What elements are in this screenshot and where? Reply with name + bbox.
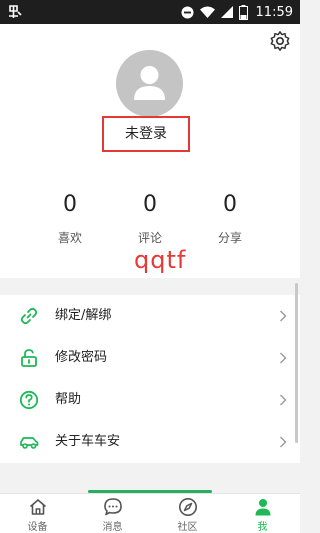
battery-icon xyxy=(238,4,248,20)
app-notification-icon xyxy=(9,5,22,18)
settings-menu: 绑定/解绑 修改密码 帮助 关于车车安 xyxy=(0,295,300,463)
chevron-right-icon xyxy=(280,394,287,406)
unlock-icon xyxy=(21,349,37,367)
login-status-text[interactable]: 未登录 xyxy=(104,118,188,150)
watermark-text: qqtf xyxy=(134,246,187,274)
stat-likes-label: 喜欢 xyxy=(57,231,82,245)
compass-icon xyxy=(179,498,197,516)
menu-item-change-password-label: 修改密码 xyxy=(55,350,108,365)
chevron-right-icon xyxy=(280,310,287,322)
menu-item-change-password[interactable]: 修改密码 xyxy=(0,337,300,379)
tab-me[interactable]: 我 xyxy=(225,494,300,533)
menu-item-help-label: 帮助 xyxy=(55,392,82,407)
car-icon xyxy=(20,437,39,449)
gear-icon[interactable] xyxy=(269,30,291,52)
menu-item-about[interactable]: 关于车车安 xyxy=(0,421,300,463)
person-icon xyxy=(255,499,271,516)
menu-item-help[interactable]: 帮助 xyxy=(0,379,300,421)
stat-likes-value: 0 xyxy=(63,192,77,217)
menu-item-bind-label: 绑定/解绑 xyxy=(55,308,112,323)
login-highlight-box[interactable]: 未登录 xyxy=(102,116,190,152)
help-icon xyxy=(19,390,39,410)
menu-item-bind[interactable]: 绑定/解绑 xyxy=(0,295,300,337)
tab-community[interactable]: 社区 xyxy=(150,494,225,533)
message-icon xyxy=(104,498,122,516)
stat-shares-value: 0 xyxy=(223,192,237,217)
person-placeholder-icon xyxy=(134,66,165,100)
tab-me-label: 我 xyxy=(257,522,268,533)
link-icon xyxy=(20,307,38,325)
tab-device[interactable]: 设备 xyxy=(0,494,75,533)
do-not-disturb-icon xyxy=(181,6,194,18)
menu-item-about-label: 关于车车安 xyxy=(55,434,121,449)
stat-comments-label: 评论 xyxy=(137,231,162,245)
avatar[interactable] xyxy=(116,50,183,117)
profile-header: 未登录 0 喜欢 0 评论 0 分享 qqtf xyxy=(0,24,300,278)
stat-shares[interactable]: 0 分享 xyxy=(200,192,260,246)
bottom-tab-bar: 设备 消息 社区 我 xyxy=(0,493,300,533)
scrollbar[interactable] xyxy=(295,283,298,443)
tab-messages-label: 消息 xyxy=(102,522,123,533)
chevron-right-icon xyxy=(280,436,287,448)
stat-shares-label: 分享 xyxy=(217,231,242,245)
signal-icon xyxy=(220,6,233,18)
stat-comments-value: 0 xyxy=(143,192,157,217)
status-bar: 11:59 xyxy=(0,0,300,24)
tab-messages[interactable]: 消息 xyxy=(75,494,150,533)
stat-likes[interactable]: 0 喜欢 xyxy=(40,192,100,246)
tab-device-label: 设备 xyxy=(27,522,48,533)
tab-community-label: 社区 xyxy=(177,522,198,533)
stat-comments[interactable]: 0 评论 xyxy=(120,192,180,246)
wifi-icon xyxy=(199,6,215,18)
chevron-right-icon xyxy=(280,352,287,364)
clock: 11:59 xyxy=(255,4,293,20)
home-icon xyxy=(29,499,47,515)
